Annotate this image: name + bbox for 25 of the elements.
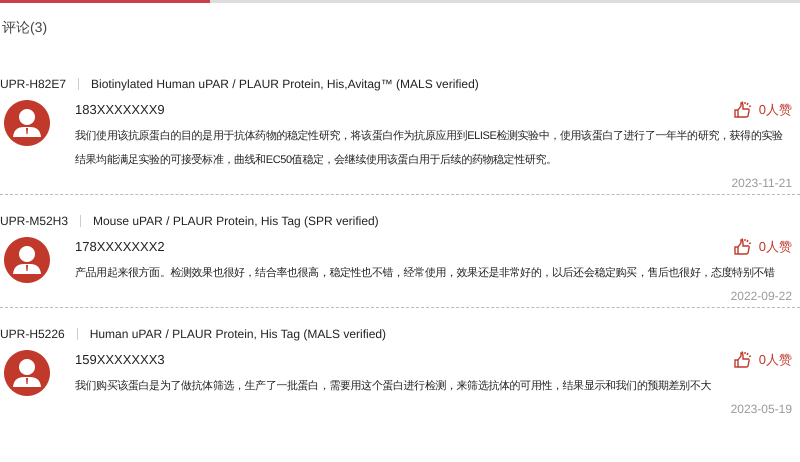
review-text: 我们购买该蛋白是为了做抗体筛选，生产了一批蛋白，需要用这个蛋白进行检测，来筛选抗体的可用性，结果显示和我们的预期差别不大: [75, 378, 712, 394]
avatar-icon: [4, 237, 50, 283]
review-text: 产品用起来很方面。检测效果也很好，结合率也很高，稳定性也不错，经常使用，效果还是非常好的，以后还会稳定购买，售后也很好，态度特别不错: [75, 266, 776, 281]
like-count[interactable]: 0人赞: [758, 350, 792, 370]
thumbs-up-icon[interactable]: [732, 238, 753, 256]
avatar-icon: [4, 350, 50, 396]
product-code: UPR-H82E7: [0, 76, 66, 92]
avatar-icon: [4, 100, 50, 146]
username: 159XXXXXXX3: [75, 351, 165, 369]
review-date: 2022-09-22: [730, 288, 792, 305]
section-heading: 评论(3): [2, 18, 48, 36]
product-name[interactable]: Human uPAR / PLAUR Protein, His Tag (MALS verified): [90, 326, 386, 342]
product-code: UPR-H5226: [0, 326, 65, 342]
like-count[interactable]: 0人赞: [758, 237, 792, 257]
thumbs-up-icon[interactable]: [732, 351, 753, 369]
review-date: 2023-05-19: [730, 401, 792, 418]
like-count[interactable]: 0人赞: [758, 100, 792, 120]
product-name[interactable]: Biotinylated Human uPAR / PLAUR Protein, His,Avitag™ (MALS verified): [91, 76, 479, 92]
username: 183XXXXXXX9: [75, 101, 165, 119]
review-date: 2023-11-21: [732, 175, 792, 192]
product-name[interactable]: Mouse uPAR / PLAUR Protein, His Tag (SPR verified): [93, 213, 379, 229]
username: 178XXXXXXX2: [75, 238, 165, 256]
review-text: 我们使用该抗原蛋白的目的是用于抗体药物的稳定性研究，将该蛋白作为抗原应用到ELISE检测实验中，使用该蛋白了进行了一年半的研究，获得的实验结果均能满足实验的可接受标准，曲线和EC50值稳定，会继续使用该蛋白用于后续的药物稳定性研究。: [75, 128, 784, 168]
thumbs-up-icon[interactable]: [732, 101, 753, 119]
product-code: UPR-M52H3: [0, 213, 68, 229]
